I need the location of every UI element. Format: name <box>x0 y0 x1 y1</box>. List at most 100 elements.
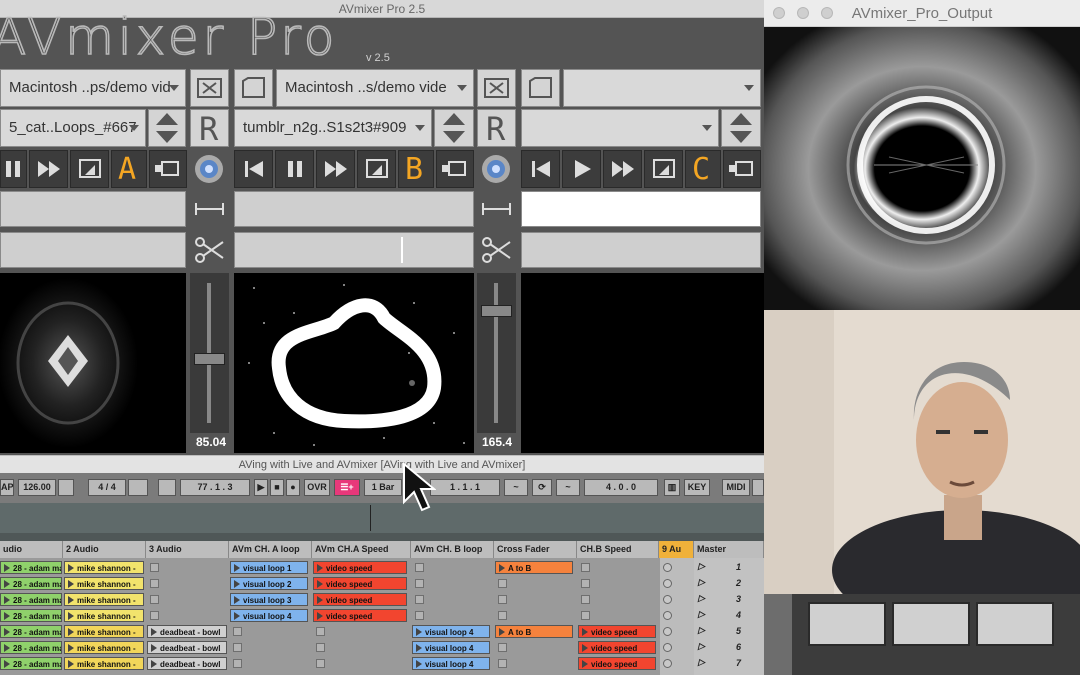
channel-a-screen-button[interactable] <box>149 150 187 188</box>
clip-mike-5[interactable]: mike shannon - <box>64 625 144 638</box>
clip-mike-4[interactable]: mike shannon - <box>64 609 144 622</box>
clip-mike-7[interactable]: mike shannon - <box>64 657 144 670</box>
key-map-button[interactable]: KEY <box>684 479 710 496</box>
channel-c-play-button[interactable] <box>562 150 601 188</box>
clip-stop-slot[interactable] <box>663 563 672 572</box>
track-header-6[interactable]: AVm CH. B loop <box>411 541 494 558</box>
clip-loop-b-6[interactable]: visual loop 4 <box>412 641 490 654</box>
channel-c-source-dropdown[interactable] <box>563 69 761 107</box>
scene-launch-1[interactable]: ▷ 1 <box>698 561 760 575</box>
clip-loop-b-5[interactable]: visual loop 4 <box>412 625 490 638</box>
clip-deadbeat-5[interactable]: deadbeat - bowl <box>147 625 227 638</box>
clip-slot[interactable] <box>233 627 242 636</box>
clip-loop-a-1[interactable]: visual loop 1 <box>230 561 308 574</box>
window-close-light[interactable] <box>773 7 785 19</box>
clip-stop-slot[interactable] <box>663 595 672 604</box>
clip-speed-b-6[interactable]: video speed <box>578 641 656 654</box>
channel-c-loop-button[interactable] <box>644 150 683 188</box>
scene-launch-6[interactable]: ▷ 6 <box>698 641 760 655</box>
channel-b-bar-1[interactable] <box>234 191 474 227</box>
channel-b-prev-button[interactable] <box>234 150 273 188</box>
window-minimize-light[interactable] <box>797 7 809 19</box>
scene-launch-4[interactable]: ▷ 4 <box>698 609 760 623</box>
channel-c-updown-button[interactable] <box>721 109 761 147</box>
clip-adam-3[interactable]: 28 - adam marc <box>0 593 62 606</box>
channel-c-bar-1[interactable] <box>521 191 761 227</box>
scene-launch-2[interactable]: ▷ 2 <box>698 577 760 591</box>
track-header-7[interactable]: Cross Fader <box>494 541 577 558</box>
loop-length-field[interactable]: 4 . 0 . 0 <box>584 479 658 496</box>
channel-b-fader[interactable] <box>477 273 516 433</box>
tap-button[interactable]: AP <box>0 479 14 496</box>
loop-start-field[interactable]: 1 . 1 . 1 <box>430 479 500 496</box>
channel-b-loop-button[interactable] <box>357 150 396 188</box>
clip-slot[interactable] <box>498 643 507 652</box>
clip-deadbeat-6[interactable]: deadbeat - bowl <box>147 641 227 654</box>
stop-button[interactable]: ■ <box>270 479 284 496</box>
clip-slot[interactable] <box>581 611 590 620</box>
clip-crossfade-5[interactable]: A to B <box>495 625 573 638</box>
channel-a-loop-button[interactable] <box>70 150 109 188</box>
clip-adam-4[interactable]: 28 - adam marc <box>0 609 62 622</box>
channel-c-forward-button[interactable] <box>603 150 642 188</box>
session-record-button[interactable]: ☰+ <box>334 479 360 496</box>
clip-mike-1[interactable]: mike shannon - <box>64 561 144 574</box>
clip-speed-a-3[interactable]: video speed <box>313 593 407 606</box>
channel-a-cut-button[interactable] <box>190 232 229 268</box>
clip-slot[interactable] <box>316 627 325 636</box>
clip-stop-slot[interactable] <box>663 627 672 636</box>
channel-a-pause-button[interactable] <box>0 150 27 188</box>
channel-a-width-button[interactable] <box>190 191 229 227</box>
track-header-5[interactable]: AVm CH.A Speed <box>312 541 411 558</box>
clip-crossfade-1[interactable]: A to B <box>495 561 573 574</box>
record-button[interactable]: ● <box>286 479 300 496</box>
channel-a-clip-dropdown[interactable]: 5_cat..Loops_#667 <box>0 109 146 147</box>
channel-c-folder-button[interactable] <box>521 69 560 107</box>
clip-slot[interactable] <box>233 643 242 652</box>
clip-stop-slot[interactable] <box>663 659 672 668</box>
channel-b-folder-button[interactable] <box>234 69 273 107</box>
quantize-dropdown[interactable]: 1 Bar <box>364 479 402 496</box>
clip-speed-a-4[interactable]: video speed <box>313 609 407 622</box>
clip-slot[interactable] <box>581 595 590 604</box>
clip-mike-3[interactable]: mike shannon - <box>64 593 144 606</box>
channel-a-knob[interactable] <box>190 150 229 188</box>
channel-b-eject-button[interactable] <box>477 69 516 107</box>
clip-loop-a-2[interactable]: visual loop 2 <box>230 577 308 590</box>
draw-mode-button[interactable]: ~ <box>504 479 528 496</box>
channel-a-select-button[interactable]: A <box>111 150 147 188</box>
scene-launch-3[interactable]: ▷ 3 <box>698 593 760 607</box>
clip-slot[interactable] <box>498 611 507 620</box>
clip-slot[interactable] <box>415 611 424 620</box>
channel-b-screen-button[interactable] <box>436 150 474 188</box>
track-header-9[interactable]: 9 Au <box>659 541 694 558</box>
track-header-1[interactable]: udio <box>0 541 63 558</box>
scene-launch-7[interactable]: ▷ 7 <box>698 657 760 671</box>
channel-b-bar-2[interactable] <box>234 232 474 268</box>
channel-a-bar-1[interactable] <box>0 191 186 227</box>
clip-slot[interactable] <box>150 563 159 572</box>
clip-slot[interactable] <box>415 595 424 604</box>
keyboard-button[interactable]: ▥ <box>664 479 680 496</box>
clip-slot[interactable] <box>233 659 242 668</box>
clip-slot[interactable] <box>316 659 325 668</box>
clip-slot[interactable] <box>498 579 507 588</box>
clip-stop-slot[interactable] <box>663 643 672 652</box>
channel-c-bar-2[interactable] <box>521 232 761 268</box>
clip-slot[interactable] <box>498 595 507 604</box>
channel-b-source-dropdown[interactable]: Macintosh ..s/demo vide <box>276 69 474 107</box>
play-button[interactable]: ▶ <box>254 479 268 496</box>
clip-mike-6[interactable]: mike shannon - <box>64 641 144 654</box>
channel-a-fader-handle[interactable] <box>194 353 225 365</box>
overdub-button[interactable]: OVR <box>304 479 330 496</box>
position-field[interactable]: 77 . 1 . 3 <box>180 479 250 496</box>
channel-a-updown-button[interactable] <box>148 109 186 147</box>
track-header-8[interactable]: CH.B Speed <box>577 541 659 558</box>
channel-c-clip-dropdown[interactable] <box>521 109 719 147</box>
channel-a-reset-button[interactable]: R <box>190 109 229 148</box>
channel-b-knob[interactable] <box>477 150 516 188</box>
channel-a-fader[interactable] <box>190 273 229 433</box>
nudge-button[interactable] <box>58 479 74 496</box>
channel-a-source-dropdown[interactable]: Macintosh ..ps/demo vid <box>0 69 186 107</box>
channel-b-clip-dropdown[interactable]: tumblr_n2g..S1s2t3#909 <box>234 109 432 147</box>
